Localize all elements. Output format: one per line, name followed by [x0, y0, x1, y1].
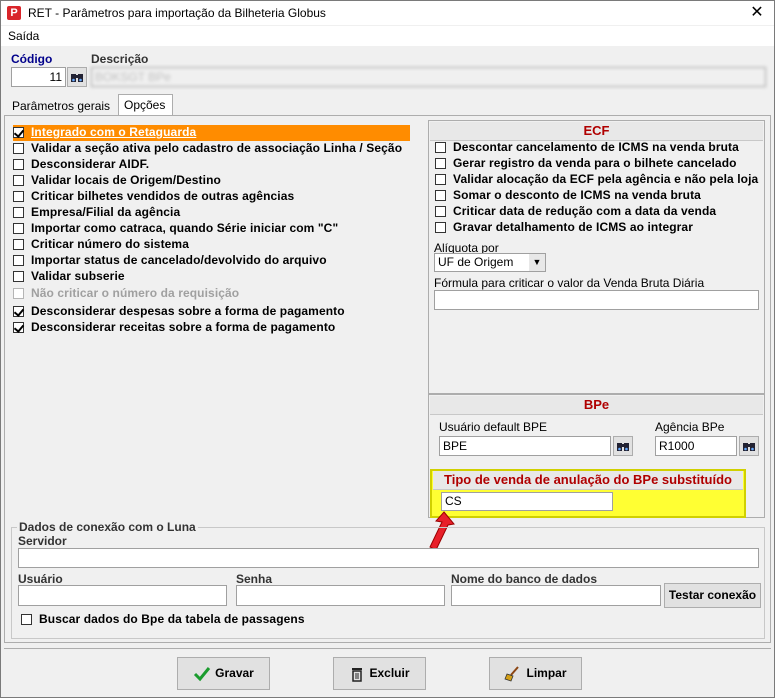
- bpe-user-field[interactable]: BPE: [439, 436, 611, 456]
- ecf-option-checkbox[interactable]: [435, 190, 446, 201]
- description-label: Descrição: [91, 52, 149, 66]
- db-name-field[interactable]: [451, 585, 661, 606]
- ecf-option-label: Validar alocação da ECF pela agência e n…: [453, 172, 759, 186]
- aliquota-select[interactable]: UF de Origem ▼: [434, 253, 546, 272]
- ecf-option-label: Somar o desconto de ICMS na venda bruta: [453, 188, 701, 202]
- db-name-label: Nome do banco de dados: [451, 572, 598, 586]
- bpe-agency-field[interactable]: R1000: [655, 436, 737, 456]
- clear-button[interactable]: Limpar: [489, 657, 582, 690]
- option-label: Importar status de cancelado/devolvido d…: [31, 253, 327, 267]
- menu-exit[interactable]: Saída: [8, 29, 39, 43]
- luna-user-field[interactable]: [18, 585, 227, 606]
- clear-label: Limpar: [526, 666, 567, 680]
- option-label: Integrado com o Retaguarda: [31, 125, 197, 139]
- description-field[interactable]: BOKSGT BPe: [91, 67, 766, 87]
- option-label: Não criticar o número da requisição: [31, 286, 240, 300]
- title-bar: P RET - Parâmetros para importação da Bi…: [1, 1, 774, 25]
- password-label: Senha: [236, 572, 273, 586]
- save-label: Gravar: [215, 666, 254, 680]
- luna-title: Dados de conexão com o Luna: [17, 520, 198, 534]
- server-label: Servidor: [18, 534, 67, 548]
- fetch-bpe-label: Buscar dados do Bpe da tabela de passage…: [39, 612, 305, 626]
- option-label: Criticar número do sistema: [31, 237, 189, 251]
- broom-icon: [504, 666, 520, 682]
- save-button[interactable]: Gravar: [177, 657, 270, 690]
- ecf-option-checkbox[interactable]: [435, 206, 446, 217]
- option-checkbox[interactable]: [13, 223, 24, 234]
- binoculars-icon: [743, 443, 755, 451]
- code-lookup-button[interactable]: [67, 67, 87, 87]
- binoculars-icon: [617, 443, 629, 451]
- option-checkbox-row[interactable]: Integrado com o Retaguarda: [13, 125, 410, 141]
- option-label: Validar a seção ativa pelo cadastro de a…: [31, 141, 403, 155]
- code-field[interactable]: 11: [11, 67, 66, 87]
- password-field[interactable]: [236, 585, 445, 606]
- tab-options[interactable]: Opções: [118, 94, 173, 116]
- chevron-down-icon[interactable]: ▼: [529, 254, 545, 271]
- option-checkbox[interactable]: [13, 159, 24, 170]
- bpe-user-lookup-button[interactable]: [613, 436, 633, 456]
- app-icon: P: [7, 6, 21, 20]
- ecf-option-label: Criticar data de redução com a data da v…: [453, 204, 717, 218]
- option-checkbox[interactable]: [13, 271, 24, 282]
- bpe-agency-lookup-button[interactable]: [739, 436, 759, 456]
- ecf-option-checkbox[interactable]: [435, 222, 446, 233]
- formula-field[interactable]: [434, 290, 759, 310]
- option-label: Criticar bilhetes vendidos de outras agê…: [31, 189, 295, 203]
- checkmark-icon: [194, 666, 211, 682]
- ecf-option-checkbox[interactable]: [435, 158, 446, 169]
- option-label: Desconsiderar despesas sobre a forma de …: [31, 304, 345, 318]
- option-checkbox[interactable]: [13, 143, 24, 154]
- footer-divider: [4, 648, 771, 649]
- option-label: Empresa/Filial da agência: [31, 205, 181, 219]
- luna-user-label: Usuário: [18, 572, 63, 586]
- option-checkbox[interactable]: [13, 255, 24, 266]
- code-label: Código: [11, 52, 53, 66]
- trash-icon: [352, 667, 363, 682]
- option-checkbox[interactable]: [13, 239, 24, 250]
- ecf-option-checkbox[interactable]: [435, 174, 446, 185]
- option-checkbox[interactable]: [13, 306, 24, 317]
- option-checkbox[interactable]: [13, 191, 24, 202]
- bpe-agency-label: Agência BPe: [655, 420, 725, 434]
- option-checkbox: [13, 288, 24, 299]
- option-label: Desconsiderar receitas sobre a forma de …: [31, 320, 336, 334]
- bpe-title: BPe: [430, 396, 763, 415]
- ecf-option-label: Descontar cancelamento de ICMS na venda …: [453, 140, 739, 154]
- binoculars-icon: [71, 74, 83, 82]
- option-label: Validar locais de Origem/Destino: [31, 173, 221, 187]
- close-icon[interactable]: ✕: [744, 3, 770, 23]
- ecf-option-label: Gerar registro da venda para o bilhete c…: [453, 156, 737, 170]
- menu-bar: Saída: [1, 26, 774, 46]
- window-title: RET - Parâmetros para importação da Bilh…: [28, 6, 326, 20]
- option-checkbox[interactable]: [13, 127, 24, 138]
- ecf-title: ECF: [430, 122, 763, 141]
- option-label: Validar subserie: [31, 269, 125, 283]
- delete-button[interactable]: Excluir: [333, 657, 426, 690]
- ecf-option-label: Gravar detalhamento de ICMS ao integrar: [453, 220, 693, 234]
- option-label: Desconsiderar AIDF.: [31, 157, 150, 171]
- delete-label: Excluir: [369, 666, 410, 680]
- option-checkbox[interactable]: [13, 207, 24, 218]
- fetch-bpe-checkbox-box[interactable]: [21, 614, 32, 625]
- aliquota-value: UF de Origem: [438, 255, 514, 269]
- annul-type-field[interactable]: CS: [441, 492, 613, 511]
- bpe-user-label: Usuário default BPE: [439, 420, 548, 434]
- option-checkbox[interactable]: [13, 175, 24, 186]
- option-checkbox[interactable]: [13, 322, 24, 333]
- ecf-option-checkbox[interactable]: [435, 142, 446, 153]
- formula-label: Fórmula para criticar o valor da Venda B…: [434, 276, 705, 290]
- test-connection-button[interactable]: Testar conexão: [664, 583, 761, 608]
- annul-type-title: Tipo de venda de anulação do BPe substit…: [433, 471, 743, 490]
- server-field[interactable]: [18, 548, 759, 568]
- option-label: Importar como catraca, quando Série inic…: [31, 221, 339, 235]
- tab-general-params[interactable]: Parâmetros gerais: [7, 96, 115, 116]
